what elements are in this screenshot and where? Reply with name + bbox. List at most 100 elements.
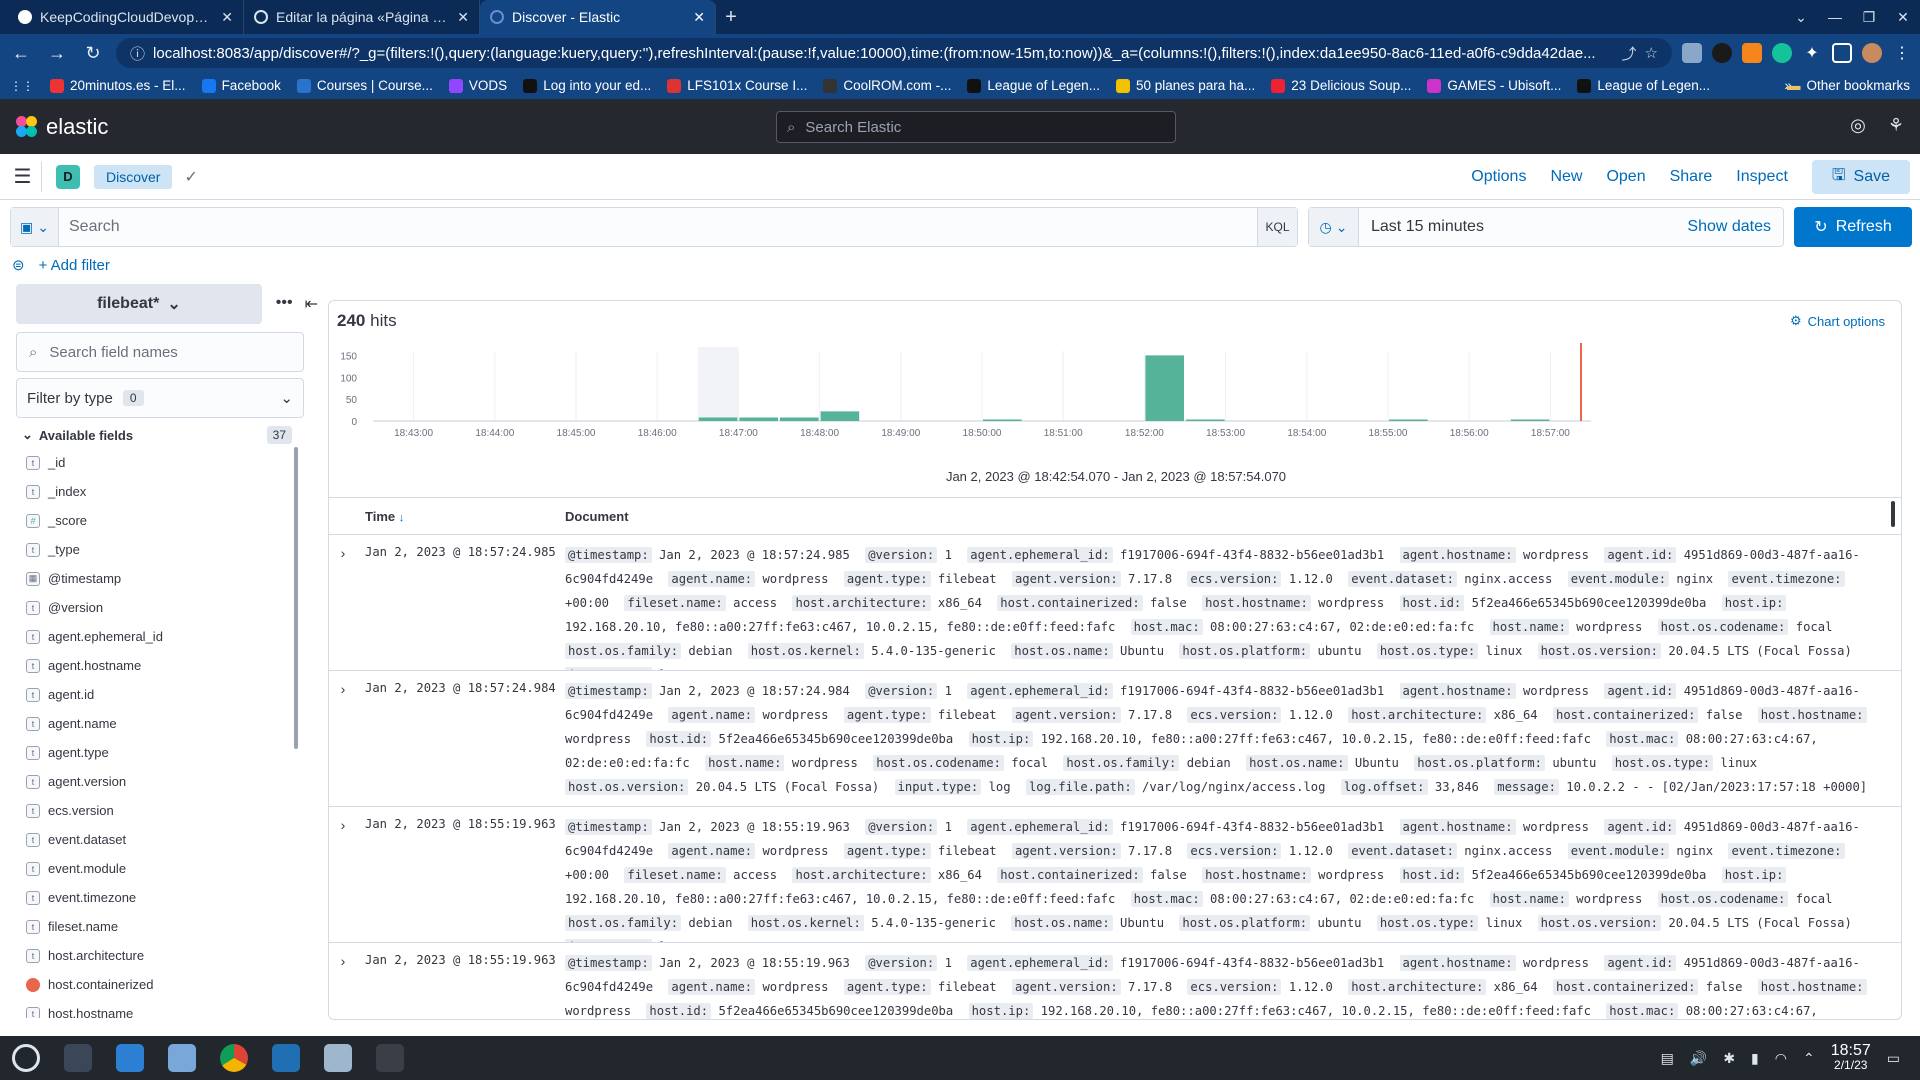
- image-viewer-icon[interactable]: [316, 1036, 360, 1080]
- profile-avatar[interactable]: [1862, 43, 1882, 63]
- field-item[interactable]: t ecs.version: [16, 796, 318, 825]
- field-item[interactable]: t event.module: [16, 854, 318, 883]
- reload-icon[interactable]: ↻: [80, 43, 106, 64]
- open-link[interactable]: Open: [1606, 168, 1645, 186]
- start-menu-icon[interactable]: [4, 1036, 48, 1080]
- field-item[interactable]: t agent.ephemeral_id: [16, 622, 318, 651]
- minimize-icon[interactable]: —: [1818, 0, 1852, 34]
- options-link[interactable]: Options: [1471, 168, 1526, 186]
- info-icon[interactable]: ⓘ: [130, 43, 145, 64]
- kql-toggle[interactable]: KQL: [1257, 208, 1297, 246]
- kebab-menu-icon[interactable]: ⋮: [1892, 43, 1912, 63]
- tray-expand-icon[interactable]: ⌃: [1803, 1050, 1815, 1067]
- metamask-icon[interactable]: [1742, 43, 1762, 63]
- bookmark-item[interactable]: League of Legen...: [1577, 78, 1710, 93]
- bookmark-item[interactable]: Log into your ed...: [523, 78, 651, 93]
- sidebar-scrollbar[interactable]: [294, 447, 298, 749]
- field-search-input[interactable]: ⌕ Search field names: [16, 332, 304, 372]
- clipboard-icon[interactable]: ▤: [1661, 1050, 1674, 1067]
- field-item[interactable]: t @version: [16, 593, 318, 622]
- store-icon[interactable]: [108, 1036, 152, 1080]
- browser-tab-2[interactable]: Editar la página «Página de ej ✕: [244, 0, 480, 34]
- available-fields-header[interactable]: ⌄ Available fields 37: [16, 426, 292, 444]
- forward-icon[interactable]: →: [44, 43, 70, 64]
- field-item[interactable]: t _index: [16, 477, 318, 506]
- more-options-icon[interactable]: •••: [276, 294, 293, 314]
- refresh-button[interactable]: ↻ Refresh: [1794, 207, 1912, 247]
- add-filter-link[interactable]: + Add filter: [39, 257, 110, 274]
- volume-icon[interactable]: 🔊: [1690, 1050, 1707, 1067]
- close-icon[interactable]: ✕: [693, 9, 705, 26]
- url-field[interactable]: ⓘ localhost:8083/app/discover#/?_g=(filt…: [116, 38, 1672, 68]
- elastic-logo[interactable]: elastic: [16, 114, 108, 140]
- show-dates-link[interactable]: Show dates: [1687, 218, 1783, 236]
- field-item[interactable]: t event.timezone: [16, 883, 318, 912]
- breadcrumb[interactable]: Discover: [94, 164, 173, 189]
- wifi-icon[interactable]: ◠: [1775, 1050, 1787, 1067]
- apps-grid-icon[interactable]: ⋮⋮: [10, 79, 34, 93]
- field-item[interactable]: ▦ @timestamp: [16, 564, 318, 593]
- histogram-chart[interactable]: 0 50 100 150 18:43:00 18:44:00 18:45:00 18:46:0…: [329, 341, 1901, 461]
- puzzle-icon[interactable]: ✦: [1802, 43, 1822, 63]
- saved-query-button[interactable]: ▣ ⌄: [11, 208, 59, 246]
- newsfeed-icon[interactable]: ⚘: [1888, 115, 1904, 136]
- global-search-input[interactable]: ⌕ Search Elastic: [776, 111, 1176, 143]
- bookmark-item[interactable]: League of Legen...: [967, 78, 1100, 93]
- grammarly-icon[interactable]: [1772, 43, 1792, 63]
- other-bookmarks-folder[interactable]: ▬ Other bookmarks: [1787, 78, 1910, 93]
- new-link[interactable]: New: [1550, 168, 1582, 186]
- menu-toggle-icon[interactable]: ☰: [12, 161, 42, 192]
- bookmark-item[interactable]: Facebook: [201, 78, 281, 93]
- field-item[interactable]: t event.dataset: [16, 825, 318, 854]
- bookmark-item[interactable]: Courses | Course...: [296, 78, 433, 93]
- chrome-icon[interactable]: [212, 1036, 256, 1080]
- query-input[interactable]: Search: [59, 218, 1257, 236]
- tab-search-icon[interactable]: ⌄: [1784, 0, 1818, 34]
- browser-tab-3[interactable]: Discover - Elastic ✕: [480, 0, 716, 34]
- bookmark-item[interactable]: VODS: [448, 78, 507, 93]
- filter-menu-icon[interactable]: ⊜: [12, 256, 25, 274]
- field-item[interactable]: t _id: [16, 448, 318, 477]
- bookmark-item[interactable]: CoolROM.com -...: [823, 78, 951, 93]
- field-item[interactable]: t host.architecture: [16, 941, 318, 970]
- vscode-icon[interactable]: [264, 1036, 308, 1080]
- index-pattern-selector[interactable]: filebeat* ⌄: [16, 284, 262, 324]
- bookmark-item[interactable]: 23 Delicious Soup...: [1271, 78, 1411, 93]
- quick-menu-button[interactable]: ◷ ⌄: [1309, 208, 1359, 246]
- close-icon[interactable]: ✕: [221, 9, 233, 26]
- bluetooth-icon[interactable]: ✱: [1723, 1050, 1735, 1067]
- time-range-label[interactable]: Last 15 minutes: [1359, 218, 1687, 236]
- battery-icon[interactable]: ▮: [1751, 1050, 1759, 1067]
- space-avatar[interactable]: D: [56, 164, 80, 189]
- close-icon[interactable]: ✕: [457, 9, 469, 26]
- field-item[interactable]: # _score: [16, 506, 318, 535]
- share-icon[interactable]: ⤴: [1622, 43, 1637, 64]
- bookmark-item[interactable]: GAMES - Ubisoft...: [1427, 78, 1561, 93]
- clock[interactable]: 18:57 2/1/23: [1831, 1043, 1871, 1073]
- time-column-header[interactable]: Time ↓: [329, 509, 565, 524]
- sidepanel-icon[interactable]: [1832, 43, 1852, 63]
- bookmark-item[interactable]: 50 planes para ha...: [1115, 78, 1255, 93]
- field-item[interactable]: t agent.hostname: [16, 651, 318, 680]
- collapse-sidebar-icon[interactable]: ⇤: [305, 294, 318, 314]
- expand-row-icon[interactable]: ›: [329, 543, 357, 664]
- close-window-icon[interactable]: ✕: [1886, 0, 1920, 34]
- terminal-icon[interactable]: [368, 1036, 412, 1080]
- field-item[interactable]: host.containerized: [16, 970, 318, 999]
- files-icon[interactable]: [160, 1036, 204, 1080]
- chart-options-button[interactable]: ⚙ Chart options: [1790, 313, 1885, 329]
- save-button[interactable]: 🖫 Save: [1811, 160, 1910, 194]
- back-icon[interactable]: ←: [8, 43, 34, 64]
- filter-by-type-button[interactable]: Filter by type 0 ⌄: [16, 378, 304, 418]
- field-item[interactable]: t agent.version: [16, 767, 318, 796]
- show-desktop-icon[interactable]: ▭: [1887, 1050, 1900, 1067]
- sort-down-icon[interactable]: ↓: [399, 512, 405, 524]
- share-link[interactable]: Share: [1670, 168, 1713, 186]
- bookmark-item[interactable]: LFS101x Course I...: [667, 78, 807, 93]
- help-icon[interactable]: ◎: [1850, 115, 1866, 136]
- table-scrollbar[interactable]: [1891, 501, 1895, 527]
- field-item[interactable]: t agent.type: [16, 738, 318, 767]
- expand-row-icon[interactable]: ›: [329, 815, 357, 936]
- task-manager-icon[interactable]: [56, 1036, 100, 1080]
- bookmark-item[interactable]: 20minutos.es - El...: [50, 78, 186, 93]
